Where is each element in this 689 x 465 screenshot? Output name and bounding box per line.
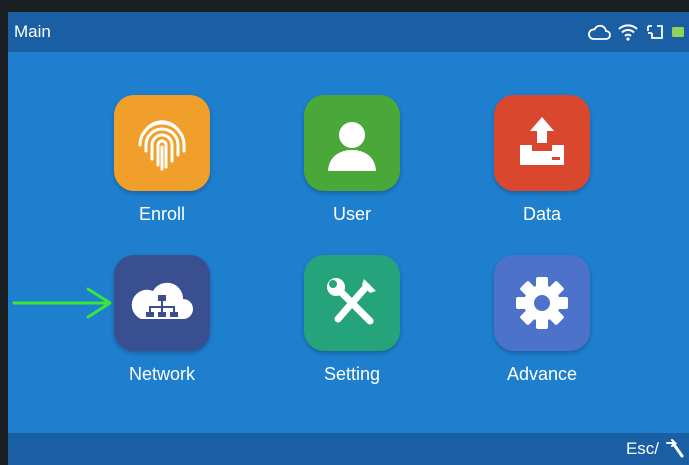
data-label: Data: [522, 204, 562, 224]
fingerprint-icon: [138, 120, 186, 171]
app-data[interactable]: Data: [462, 95, 622, 225]
user-icon: [328, 122, 376, 171]
data-tile[interactable]: [494, 95, 590, 191]
network-tile[interactable]: [114, 255, 210, 351]
app-user[interactable]: User: [272, 95, 432, 225]
enroll-tile[interactable]: [114, 95, 210, 191]
device-screen: Main Enroll User Data Network Setting Ad…: [8, 12, 689, 465]
gear-icon: [516, 277, 568, 329]
data-icon: [520, 117, 564, 165]
app-advance[interactable]: Advance: [462, 255, 622, 385]
advance-label: Advance: [506, 364, 578, 384]
user-label: User: [332, 204, 371, 224]
status-icons: [587, 21, 685, 43]
app-enroll[interactable]: Enroll: [82, 95, 242, 225]
user-tile[interactable]: [304, 95, 400, 191]
cloud-icon: [588, 24, 611, 40]
usb-icon: [647, 25, 663, 39]
esc-label[interactable]: Esc/: [626, 439, 659, 459]
setting-icon: [327, 278, 376, 325]
wifi-icon: [618, 24, 638, 41]
bottom-bar: Esc/: [8, 433, 689, 465]
page-title: Main: [14, 22, 51, 41]
advance-tile[interactable]: [494, 255, 590, 351]
status-bar: Main: [8, 12, 689, 52]
pointer-arrow-icon: [12, 287, 112, 319]
setting-tile[interactable]: [304, 255, 400, 351]
network-icon: [131, 282, 193, 319]
back-icon[interactable]: [663, 439, 685, 459]
setting-label: Setting: [323, 364, 381, 384]
battery-icon: [672, 27, 684, 37]
app-setting[interactable]: Setting: [272, 255, 432, 385]
enroll-label: Enroll: [138, 204, 186, 224]
network-label: Network: [128, 364, 195, 384]
